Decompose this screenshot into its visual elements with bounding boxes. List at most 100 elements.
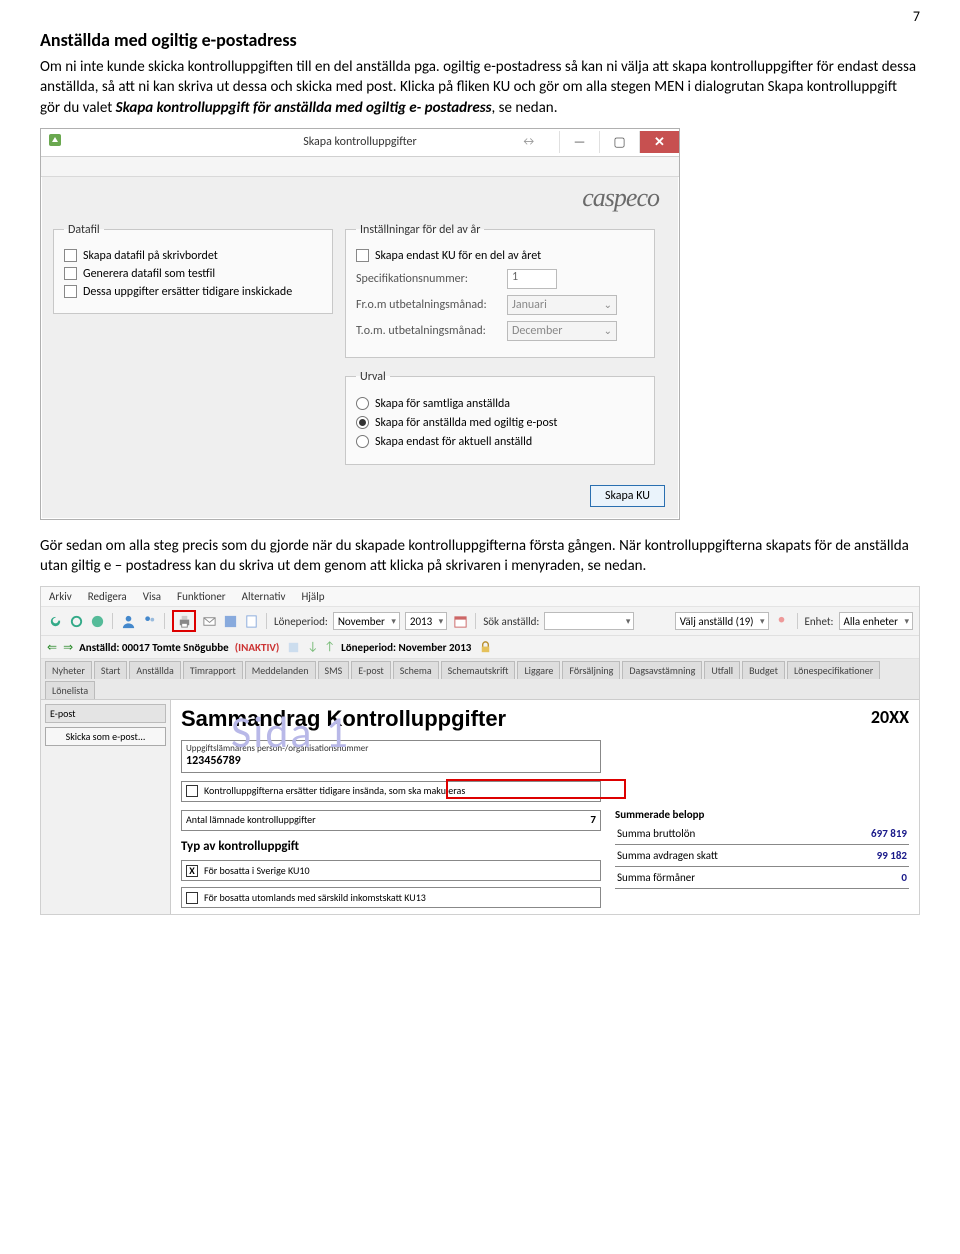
menu-hjalp[interactable]: Hjälp [301, 590, 324, 603]
lock-icon[interactable] [477, 639, 493, 655]
menu-visa[interactable]: Visa [143, 590, 161, 603]
checkbox-datafil-test[interactable] [64, 267, 77, 280]
spec-number-input[interactable]: 1 [507, 269, 557, 289]
para1-emphasis: Skapa kontrolluppgift för anställda med … [116, 99, 492, 117]
urval-legend: Urval [356, 370, 390, 384]
side-panel: E-post Skicka som e-post... [41, 700, 171, 914]
org-number-label: Uppgiftslämnarens person-/organisationsn… [186, 743, 596, 754]
close-button[interactable]: ✕ [639, 131, 679, 153]
menu-funktioner[interactable]: Funktioner [177, 590, 226, 603]
user-icon[interactable] [120, 613, 136, 629]
org-number-box: Uppgiftslämnarens person-/organisationsn… [181, 740, 601, 773]
count-label: Antal lämnade kontrolluppgifter [186, 813, 316, 826]
choose-employee-select[interactable]: Välj anställd (19) [675, 612, 769, 630]
checkbox-datafil-desktop[interactable] [64, 249, 77, 262]
page-number: 7 [40, 0, 920, 25]
radio-all-employees[interactable] [356, 397, 369, 410]
period-month-select[interactable]: November [333, 612, 400, 630]
settings-legend: Inställningar för del av år [356, 223, 484, 237]
user-picker-icon[interactable] [774, 613, 790, 629]
tab-anstallda[interactable]: Anställda [129, 661, 181, 679]
intro-paragraph: Om ni inte kunde skicka kontrolluppgifte… [40, 57, 920, 118]
tab-schema[interactable]: Schema [393, 661, 439, 679]
unit-label: Enhet: [805, 615, 834, 628]
datafil-fieldset: Datafil Skapa datafil på skrivbordet Gen… [53, 223, 333, 314]
red-highlight-box [446, 779, 626, 799]
tab-budget[interactable]: Budget [742, 661, 785, 679]
menu-alternativ[interactable]: Alternativ [242, 590, 286, 603]
replace-label: Kontrolluppgifterna ersätter tidigare in… [204, 784, 465, 797]
para1-tail: , se nedan. [492, 99, 558, 117]
replace-checkbox[interactable] [186, 785, 198, 797]
skapa-ku-button[interactable]: Skapa KU [590, 485, 665, 507]
label-datafil-desktop: Skapa datafil på skrivbordet [83, 249, 218, 263]
tab-epost[interactable]: E-post [351, 661, 391, 679]
globe-icon[interactable] [89, 613, 105, 629]
tab-lonelista[interactable]: Lönelista [45, 681, 95, 699]
doc-title: Sammandrag Kontrolluppgifter [181, 706, 909, 732]
tab-forsaljning[interactable]: Försäljning [562, 661, 620, 679]
down-arrow-icon[interactable]: ↓ [307, 640, 318, 654]
count-box: Antal lämnade kontrolluppgifter 7 [181, 810, 601, 831]
label-datafil-test: Generera datafil som testfil [83, 267, 215, 281]
users-icon[interactable] [141, 613, 157, 629]
tab-lonespec[interactable]: Lönespecifikationer [787, 661, 880, 679]
print-icon[interactable] [176, 613, 192, 629]
doc-icon[interactable] [243, 613, 259, 629]
tab-sms[interactable]: SMS [318, 661, 350, 679]
calendar-icon[interactable] [452, 613, 468, 629]
employee-label: Anställd: 00017 Tomte Snögubbe [79, 641, 229, 654]
refresh-icon[interactable] [47, 613, 63, 629]
back-arrow-icon[interactable]: ⇐ [47, 640, 57, 655]
paragraph-2: Gör sedan om alla steg precis som du gjo… [40, 536, 920, 577]
type-ku13-label: För bosatta utomlands med särskild inkom… [204, 891, 426, 904]
period451-label: Löneperiod: [274, 615, 328, 628]
search-employee-input[interactable] [544, 612, 634, 630]
type-ku10-row: X För bosatta i Sverige KU10 [181, 860, 601, 881]
menu-arkiv[interactable]: Arkiv [49, 590, 72, 603]
to-month-select[interactable]: December⌄ [507, 321, 617, 341]
radio-current-employee[interactable] [356, 435, 369, 448]
tab-liggare[interactable]: Liggare [517, 661, 560, 679]
sum-brutto-amount: 697 819 [871, 827, 907, 840]
dialog-title: Skapa kontrolluppgifter [303, 135, 416, 149]
period-year-select[interactable]: 2013 [405, 612, 447, 630]
tab-meddelanden[interactable]: Meddelanden [245, 661, 316, 679]
unit-select[interactable]: Alla enheter [839, 612, 914, 630]
checkbox-replace-previous[interactable] [64, 285, 77, 298]
label-current-employee: Skapa endast för aktuell anställd [375, 435, 532, 449]
up-arrow-icon[interactable]: ↑ [324, 640, 335, 654]
type-ku10-checkbox[interactable]: X [186, 865, 198, 877]
sum-header: Summerade belopp [615, 808, 909, 821]
mail-icon[interactable] [201, 613, 217, 629]
sync-icon[interactable] [68, 613, 84, 629]
tab-timrapport[interactable]: Timrapport [183, 661, 243, 679]
tab-nyheter[interactable]: Nyheter [45, 661, 92, 679]
checkbox-partial-year[interactable] [356, 249, 369, 262]
period-context: Löneperiod: November 2013 [341, 641, 471, 654]
minimize-button[interactable]: — [559, 131, 599, 153]
send-email-button[interactable]: Skicka som e-post... [45, 727, 166, 746]
system-menu-icon[interactable] [47, 132, 67, 152]
from-month-select[interactable]: Januari⌄ [507, 295, 617, 315]
tab-schemautskrift[interactable]: Schemautskrift [441, 661, 516, 679]
forward-arrow-icon[interactable]: ⇒ [63, 640, 73, 655]
note-icon[interactable] [285, 639, 301, 655]
main-toolbar: Löneperiod: November 2013 Sök anställd: … [41, 607, 919, 636]
tab-utfall[interactable]: Utfall [704, 661, 740, 679]
type-ku13-checkbox[interactable] [186, 892, 198, 904]
tab-start[interactable]: Start [94, 661, 127, 679]
logo-row: caspeco [41, 177, 679, 223]
resize-grip-icon[interactable]: ↔ [521, 135, 536, 149]
sum-brutto-label: Summa bruttolön [617, 827, 695, 840]
maximize-button[interactable]: ▢ [599, 131, 639, 153]
print-button-highlight [172, 610, 196, 632]
tab-dagsavstamning[interactable]: Dagsavstämning [622, 661, 702, 679]
save-icon[interactable] [222, 613, 238, 629]
radio-invalid-email[interactable] [356, 416, 369, 429]
settings-fieldset: Inställningar för del av år Skapa endast… [345, 223, 655, 358]
chevron-down-icon: ⌄ [604, 298, 612, 311]
inactive-badge: (INAKTIV) [235, 641, 280, 654]
menu-redigera[interactable]: Redigera [88, 590, 127, 603]
dialog-toolbar [41, 157, 679, 177]
